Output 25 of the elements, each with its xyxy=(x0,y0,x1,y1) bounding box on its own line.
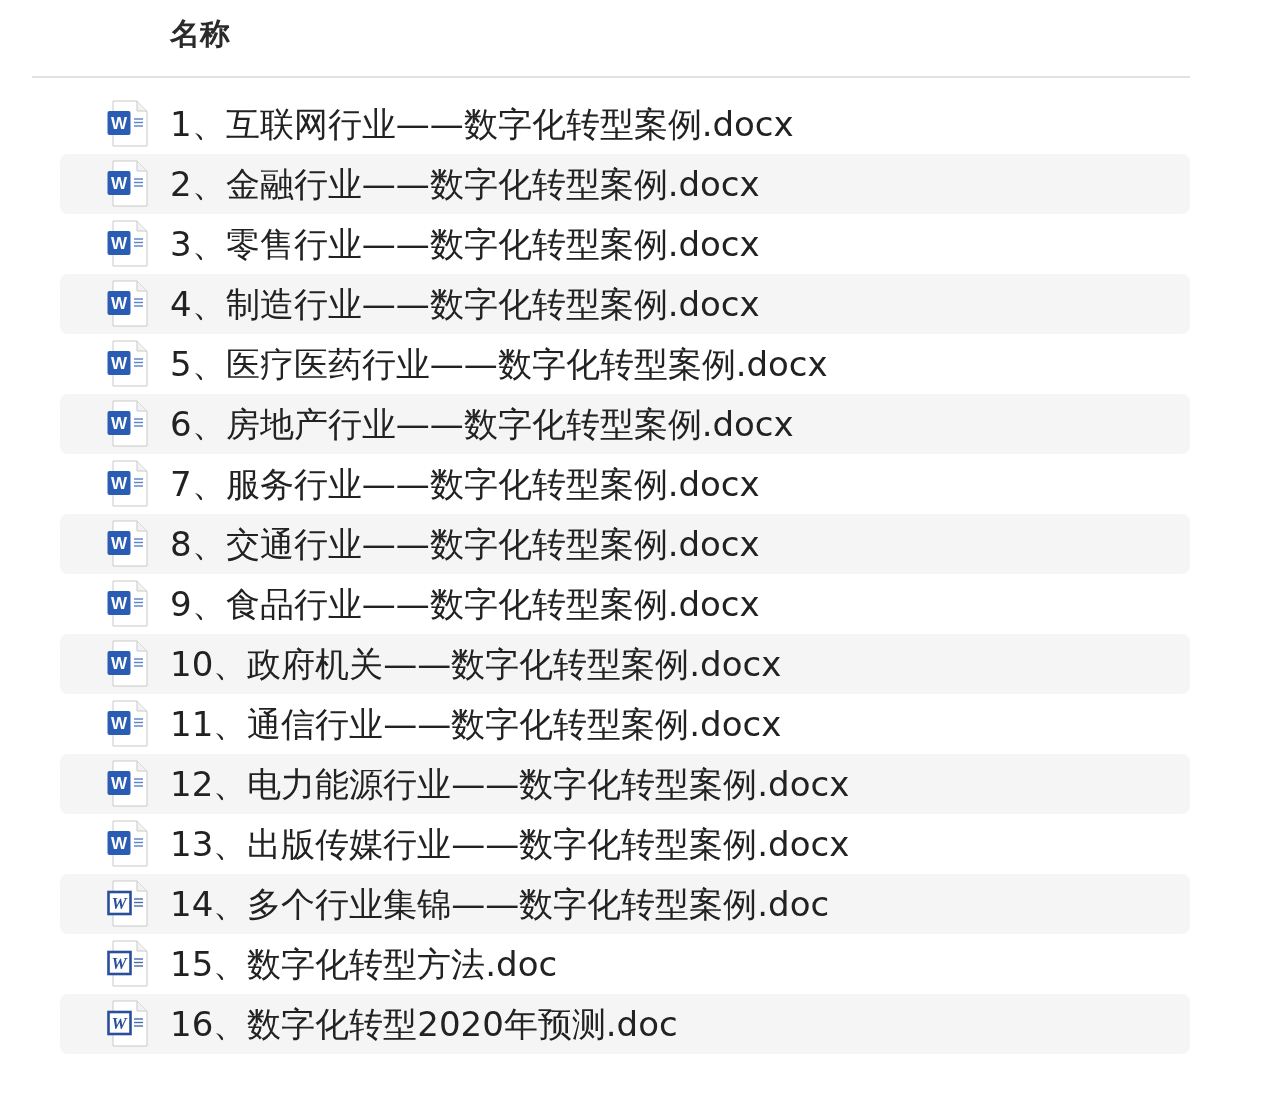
file-row[interactable]: W 6、房地产行业——数字化转型案例.docx xyxy=(60,394,1190,454)
file-name: 6、房地产行业——数字化转型案例.docx xyxy=(170,404,794,444)
file-name: 11、通信行业——数字化转型案例.docx xyxy=(170,704,782,744)
file-row[interactable]: W 2、金融行业——数字化转型案例.docx xyxy=(60,154,1190,214)
file-row[interactable]: W 10、政府机关——数字化转型案例.docx xyxy=(60,634,1190,694)
file-name: 9、食品行业——数字化转型案例.docx xyxy=(170,584,760,624)
column-header[interactable]: 名称 xyxy=(170,16,230,52)
file-row[interactable]: W 14、多个行业集锦——数字化转型案例.doc xyxy=(60,874,1190,934)
file-name: 4、制造行业——数字化转型案例.docx xyxy=(170,284,760,324)
file-name: 1、互联网行业——数字化转型案例.docx xyxy=(170,104,794,144)
file-name: 8、交通行业——数字化转型案例.docx xyxy=(170,524,760,564)
file-name: 3、零售行业——数字化转型案例.docx xyxy=(170,224,760,264)
file-row[interactable]: W 16、数字化转型2020年预测.doc xyxy=(60,994,1190,1054)
file-name: 12、电力能源行业——数字化转型案例.docx xyxy=(170,764,850,804)
file-name: 10、政府机关——数字化转型案例.docx xyxy=(170,644,782,684)
file-name: 13、出版传媒行业——数字化转型案例.docx xyxy=(170,824,850,864)
file-row[interactable]: W 8、交通行业——数字化转型案例.docx xyxy=(60,514,1190,574)
file-name: 2、金融行业——数字化转型案例.docx xyxy=(170,164,760,204)
file-name: 16、数字化转型2020年预测.doc xyxy=(170,1004,678,1044)
file-name: 5、医疗医药行业——数字化转型案例.docx xyxy=(170,344,828,384)
file-name: 7、服务行业——数字化转型案例.docx xyxy=(170,464,760,504)
file-name: 15、数字化转型方法.doc xyxy=(170,944,558,984)
file-row[interactable]: W 12、电力能源行业——数字化转型案例.docx xyxy=(60,754,1190,814)
file-name: 14、多个行业集锦——数字化转型案例.doc xyxy=(170,884,830,924)
file-row[interactable]: W 4、制造行业——数字化转型案例.docx xyxy=(60,274,1190,334)
